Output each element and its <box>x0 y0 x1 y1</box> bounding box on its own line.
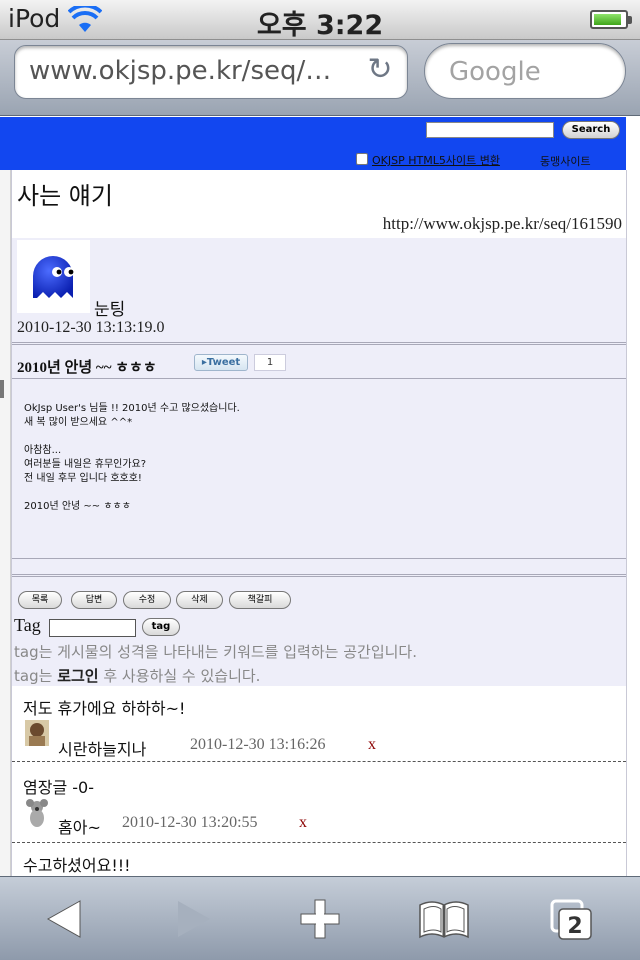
comment-separator <box>12 761 626 762</box>
tag-login-note: tag는 로그인 후 사용하실 수 있습니다. <box>14 667 261 685</box>
comment-date: 2010-12-30 13:16:26 <box>190 736 326 753</box>
comment-text: 수고하셨어요!!! <box>23 856 131 875</box>
reload-icon[interactable]: ↻ <box>365 55 395 85</box>
post-url[interactable]: http://www.okjsp.pe.kr/seq/161590 <box>383 214 622 234</box>
header-edge <box>626 117 640 170</box>
comment-text: 저도 휴가에요 하하하~! <box>23 699 186 718</box>
login-link[interactable]: 로그인 <box>57 667 98 685</box>
forward-arrow-icon <box>160 891 224 947</box>
post-author[interactable]: 눈팅 <box>94 295 125 320</box>
comment-date: 2010-12-30 13:20:55 <box>122 814 258 831</box>
tag-button[interactable]: tag <box>142 618 180 636</box>
clock: 오후 3:22 <box>256 10 384 41</box>
page-content: 사는 얘기 http://www.okjsp.pe.kr/seq/161590 … <box>0 170 640 876</box>
post-heading: 2010년 안녕 ~~ ㅎㅎㅎ <box>17 360 157 376</box>
list-button[interactable]: 목록 <box>18 591 62 609</box>
url-field[interactable]: www.okjsp.pe.kr/seq/… ↻ <box>14 45 408 99</box>
post-body: OkJsp User's 님들 !! 2010년 수고 많으셨습니다. 새 복 … <box>24 403 240 512</box>
commenter-name[interactable]: 시란하늘지나 <box>58 736 146 760</box>
bookmarks-icon[interactable] <box>412 891 476 947</box>
edit-button[interactable]: 수정 <box>123 591 171 609</box>
site-search-button[interactable]: Search <box>562 121 620 139</box>
tweet-count: 1 <box>254 354 286 371</box>
google-search-field[interactable]: Google <box>424 43 626 99</box>
comment-delete[interactable]: x <box>299 814 307 832</box>
tab-count: 2 <box>567 914 582 939</box>
pages-icon[interactable]: 2 <box>542 891 606 947</box>
url-text: www.okjsp.pe.kr/seq/… <box>29 56 332 86</box>
comment-separator <box>12 842 626 843</box>
left-gutter <box>0 170 11 876</box>
divider <box>12 378 626 379</box>
back-arrow-icon[interactable] <box>34 891 98 947</box>
search-placeholder: Google <box>449 57 541 87</box>
browser-toolbar: 2 <box>0 876 640 960</box>
divider <box>12 574 626 577</box>
comment-text: 염장글 -0- <box>23 778 94 797</box>
author-avatar <box>17 240 90 313</box>
commenter-avatar <box>25 798 49 827</box>
commenter-name[interactable]: 홈아~ <box>58 814 101 838</box>
divider <box>12 558 626 559</box>
delete-button[interactable]: 삭제 <box>176 591 223 609</box>
bookmark-button[interactable]: 책갈피 <box>229 591 291 609</box>
html5-link[interactable]: OKJSP HTML5사이트 변환 <box>372 152 500 168</box>
post-panel: 사는 얘기 http://www.okjsp.pe.kr/seq/161590 … <box>11 170 627 876</box>
tag-label: Tag <box>14 615 41 635</box>
html5-checkbox[interactable] <box>356 153 368 165</box>
browser-address-bar: www.okjsp.pe.kr/seq/… ↻ Google <box>0 40 640 116</box>
tag-input[interactable] <box>49 619 136 637</box>
tweet-button[interactable]: ▸Tweet <box>194 354 248 371</box>
comment-delete[interactable]: x <box>368 736 376 754</box>
post-date: 2010-12-30 13:13:19.0 <box>17 319 165 336</box>
add-bookmark-icon[interactable] <box>288 891 352 947</box>
battery-icon <box>590 10 632 29</box>
board-title: 사는 얘기 <box>17 182 113 210</box>
tag-note: tag는 게시물의 성격을 나타내는 키워드를 입력하는 공간입니다. <box>14 643 417 661</box>
status-bar: iPod 오후 3:22 <box>0 0 640 41</box>
sister-sites-link[interactable]: 동맹사이트 <box>540 153 591 169</box>
reply-button[interactable]: 답변 <box>71 591 117 609</box>
post-title-area: 사는 얘기 http://www.okjsp.pe.kr/seq/161590 <box>12 170 626 238</box>
commenter-avatar <box>25 720 49 746</box>
divider <box>12 342 626 345</box>
site-search-input[interactable] <box>426 122 554 138</box>
site-header: Search OKJSP HTML5사이트 변환 동맹사이트 <box>0 117 640 170</box>
comment-list: 저도 휴가에요 하하하~! 시란하늘지나 2010-12-30 13:16:26… <box>12 686 626 876</box>
